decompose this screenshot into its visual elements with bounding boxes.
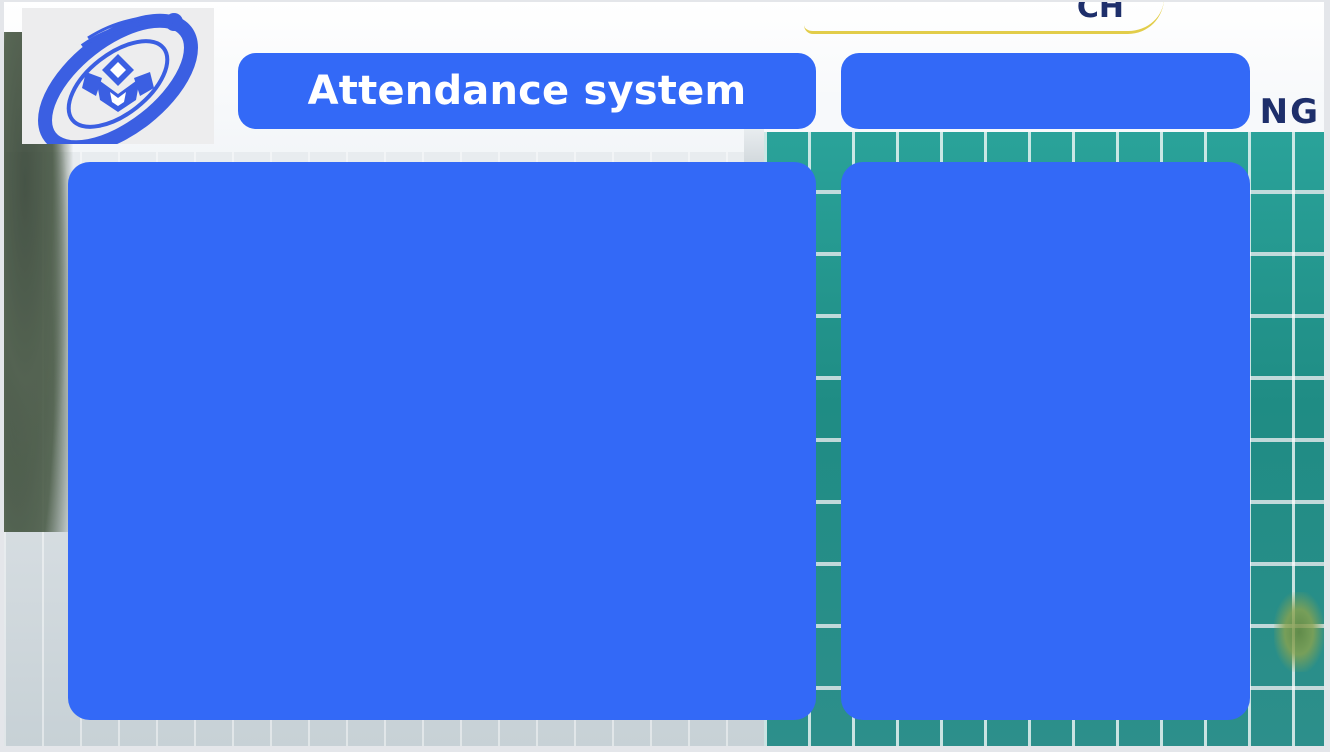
page-title: Attendance system: [307, 68, 747, 114]
university-logo-icon: [38, 13, 198, 144]
main-panel: [68, 162, 816, 720]
title-bar: Attendance system: [238, 53, 816, 129]
logo: [22, 8, 214, 144]
slide-canvas: NG CH Attendance system: [4, 2, 1324, 746]
side-title-bar: [841, 53, 1250, 129]
background-tree-right: [1274, 592, 1324, 672]
side-panel: [841, 162, 1250, 720]
background-script-lettering: CH: [804, 2, 1164, 34]
